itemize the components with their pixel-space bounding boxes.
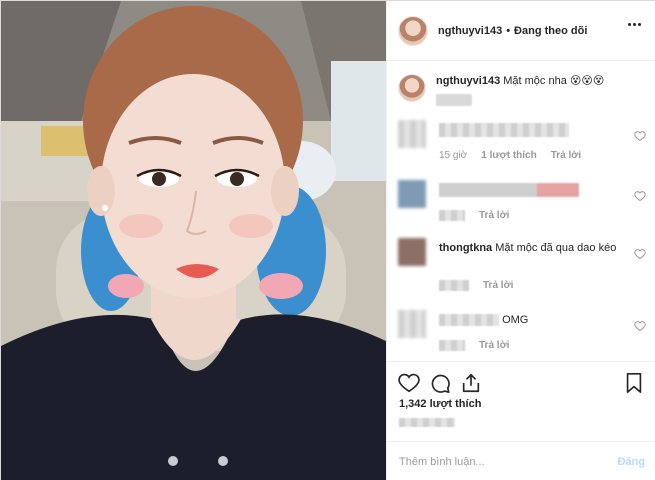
caption-text: Mặt mộc nha 😵😵😵 xyxy=(503,75,605,87)
instagram-post: ngthuyvi143 • Đang theo dõi ngthuyvi143 … xyxy=(0,0,655,480)
author-avatar[interactable] xyxy=(398,15,428,46)
comment-avatar[interactable] xyxy=(398,180,426,208)
comment-redacted-text xyxy=(439,123,569,138)
comment-likes[interactable]: 1 lượt thích xyxy=(481,150,536,161)
comment-time: 15 giờ xyxy=(439,150,468,161)
comment-heart-icon[interactable] xyxy=(634,248,646,260)
comment-time-redacted xyxy=(439,210,465,221)
comment-text: OMG xyxy=(502,314,529,326)
comment-time-redacted xyxy=(439,280,469,291)
selfie-image xyxy=(1,1,386,480)
share-icon[interactable] xyxy=(460,372,482,394)
comment-username[interactable]: thongtkna xyxy=(439,242,492,254)
comment-avatar[interactable] xyxy=(398,238,426,266)
reply-button[interactable]: Trả lời xyxy=(479,210,509,221)
comment-heart-icon[interactable] xyxy=(634,190,646,202)
bookmark-icon[interactable] xyxy=(623,372,645,394)
comment-input[interactable] xyxy=(399,455,618,468)
comment-heart-icon[interactable] xyxy=(634,320,646,332)
comment-avatar[interactable] xyxy=(398,310,426,338)
reply-button[interactable]: Trả lời xyxy=(479,340,509,351)
more-icon[interactable] xyxy=(628,23,641,26)
comment-avatar[interactable] xyxy=(398,120,426,148)
likes-count[interactable]: 1,342 lượt thích xyxy=(399,398,481,410)
caption-redacted xyxy=(436,94,472,106)
caption-avatar[interactable] xyxy=(398,74,426,102)
comments-list: ngthuyvi143 Mặt mộc nha 😵😵😵 15 giờ 1 lượ… xyxy=(387,62,655,362)
author-username[interactable]: ngthuyvi143 xyxy=(438,25,502,37)
following-button[interactable]: Đang theo dõi xyxy=(514,25,587,37)
post-comment-button[interactable]: Đăng xyxy=(618,456,646,468)
heart-icon[interactable] xyxy=(398,372,420,394)
comment-redacted-text xyxy=(439,183,579,198)
add-comment-bar: Đăng xyxy=(387,441,655,480)
comment-time-redacted xyxy=(439,340,465,351)
caption-username[interactable]: ngthuyvi143 xyxy=(436,75,500,87)
post-photo[interactable] xyxy=(1,1,386,480)
post-time-redacted xyxy=(399,418,455,427)
header-separator: • xyxy=(506,24,511,37)
comment-username-redacted xyxy=(439,314,499,327)
post-side-panel: ngthuyvi143 • Đang theo dõi ngthuyvi143 … xyxy=(386,1,655,480)
comment-text: Mặt mộc đã qua dao kéo xyxy=(495,242,617,254)
reply-button[interactable]: Trả lời xyxy=(483,280,513,291)
comment-heart-icon[interactable] xyxy=(634,130,646,142)
reply-button[interactable]: Trả lời xyxy=(551,150,581,161)
post-header: ngthuyvi143 • Đang theo dõi xyxy=(387,1,655,61)
post-caption: ngthuyvi143 Mặt mộc nha 😵😵😵 xyxy=(398,74,604,106)
post-actions: 1,342 lượt thích xyxy=(387,361,655,451)
comment-icon[interactable] xyxy=(429,372,451,394)
